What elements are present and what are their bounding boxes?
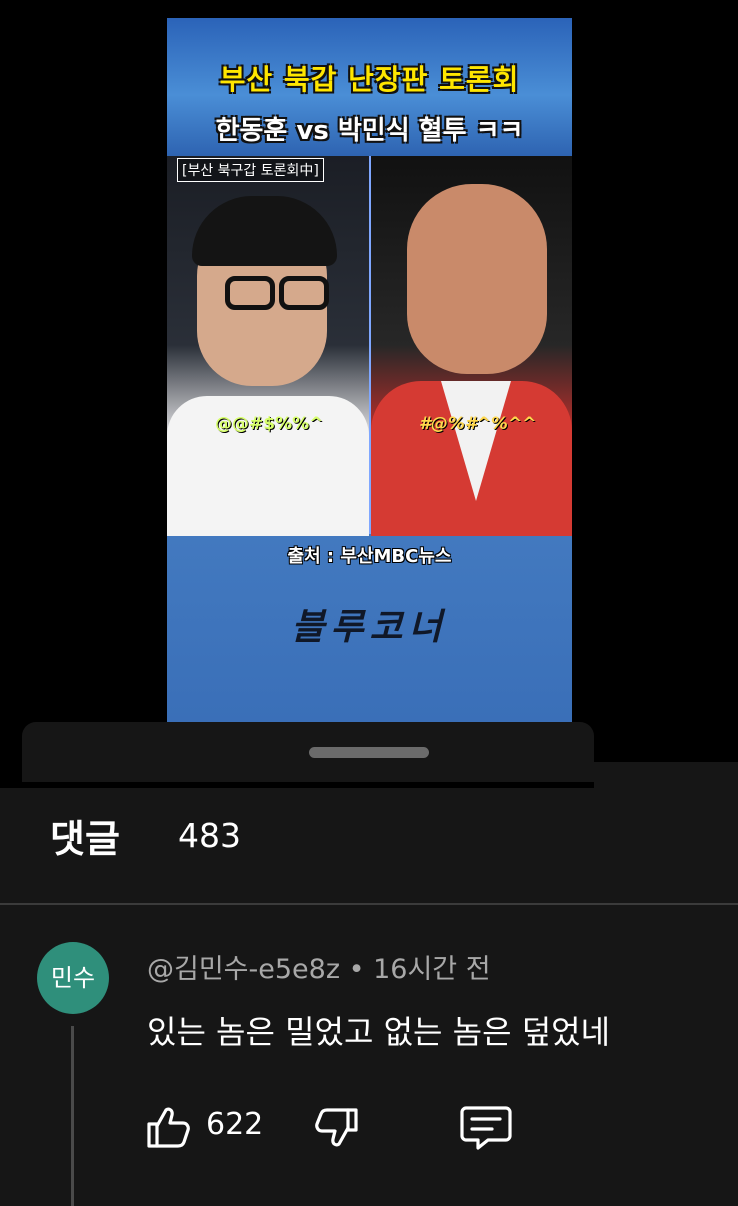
right-speaker-face [407, 184, 547, 374]
glasses-icon [197, 276, 329, 312]
left-speaker-panel [167, 156, 369, 536]
caption-tag: [부산 북구갑 토론회中] [177, 158, 324, 182]
avatar[interactable]: 민수 [37, 942, 109, 1014]
dislike-button[interactable] [312, 1104, 362, 1154]
video-title-line1: 부산 북갑 난장판 토론회 [219, 63, 520, 96]
source-credit: 출처 : 부산MBC뉴스 [287, 546, 452, 567]
comments-count: 483 [178, 816, 241, 855]
debate-panels [167, 156, 572, 536]
comment-sheet-top [22, 722, 594, 782]
channel-brand: 블루코너 [291, 606, 448, 648]
like-count: 622 [206, 1107, 264, 1142]
thread-line [71, 1026, 74, 1206]
drag-handle[interactable] [309, 747, 429, 758]
header-divider [0, 903, 738, 905]
comment-icon [460, 1106, 512, 1150]
cursing-right-text: #@%#^%^^ [419, 414, 537, 434]
comment-meta[interactable]: @김민수-e5e8z • 16시간 전 [147, 947, 491, 986]
reply-button[interactable] [458, 1102, 514, 1152]
thumbs-down-icon [315, 1108, 358, 1147]
thumbs-up-icon [147, 1107, 190, 1148]
left-speaker-hair [192, 196, 337, 266]
like-button[interactable] [143, 1102, 193, 1152]
video-title-line2: 한동훈 vs 박민식 혈투 ㅋㅋ [215, 116, 524, 146]
video-thumbnail[interactable]: 부산 북갑 난장판 토론회 한동훈 vs 박민식 혈투 ㅋㅋ [부산 북구갑 토… [167, 18, 572, 722]
right-speaker-panel [371, 156, 572, 536]
comment-text: 있는 놈은 밀었고 없는 놈은 덮었네 [147, 1013, 611, 1051]
comments-title: 댓글 [50, 817, 120, 861]
cursing-left-text: @@#$%%^ [215, 414, 324, 434]
